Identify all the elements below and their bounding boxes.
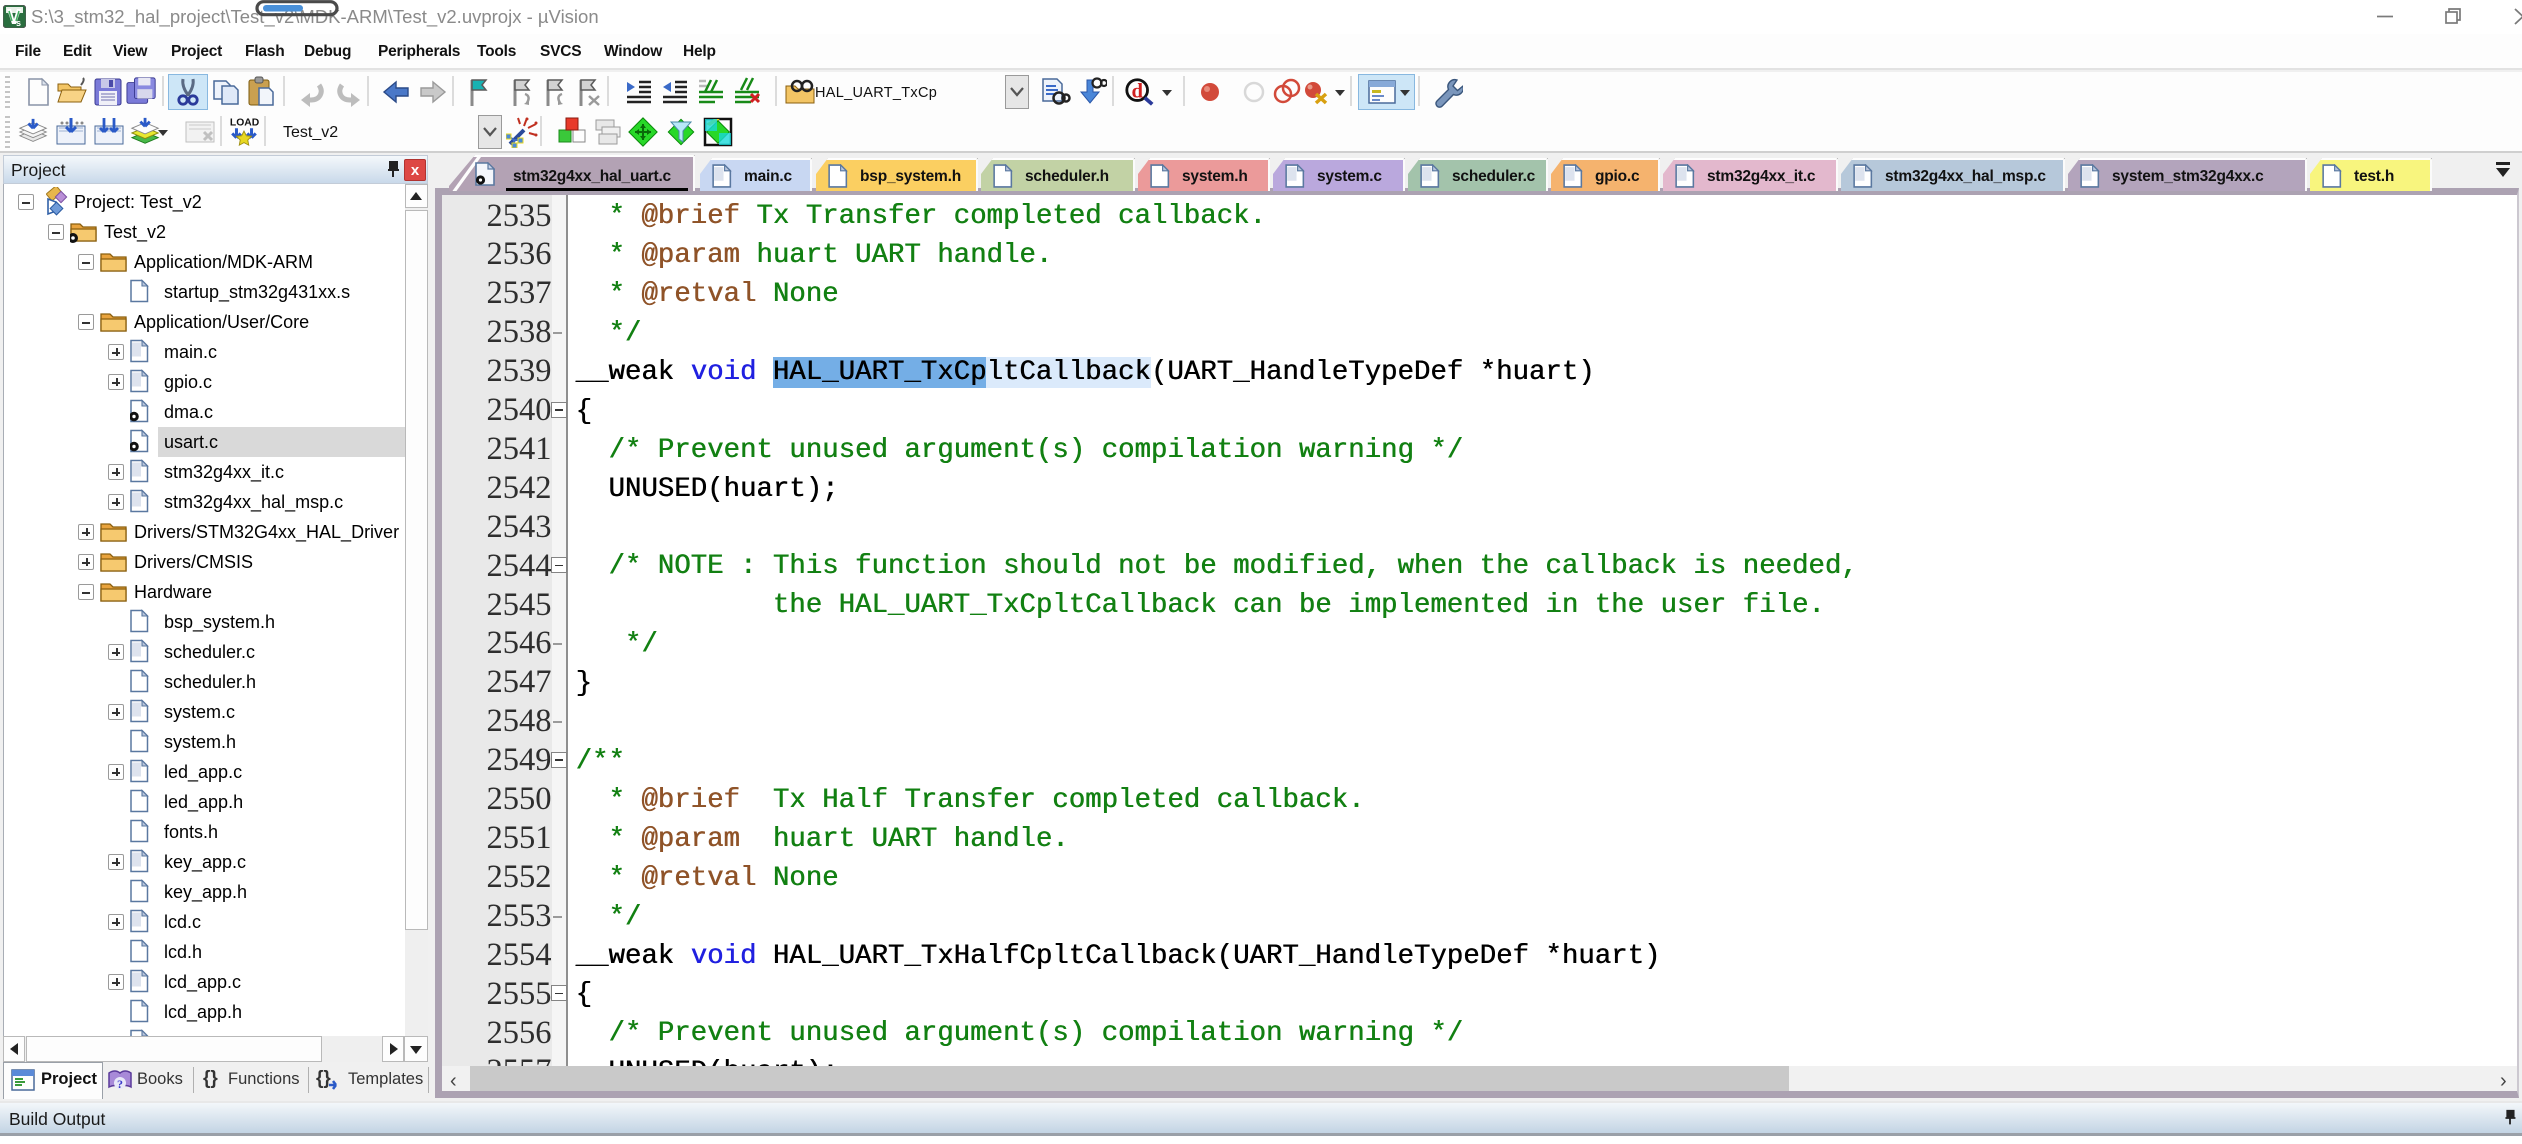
svg-text:?: ?	[117, 1077, 123, 1091]
svg-text:s: s	[16, 18, 21, 28]
